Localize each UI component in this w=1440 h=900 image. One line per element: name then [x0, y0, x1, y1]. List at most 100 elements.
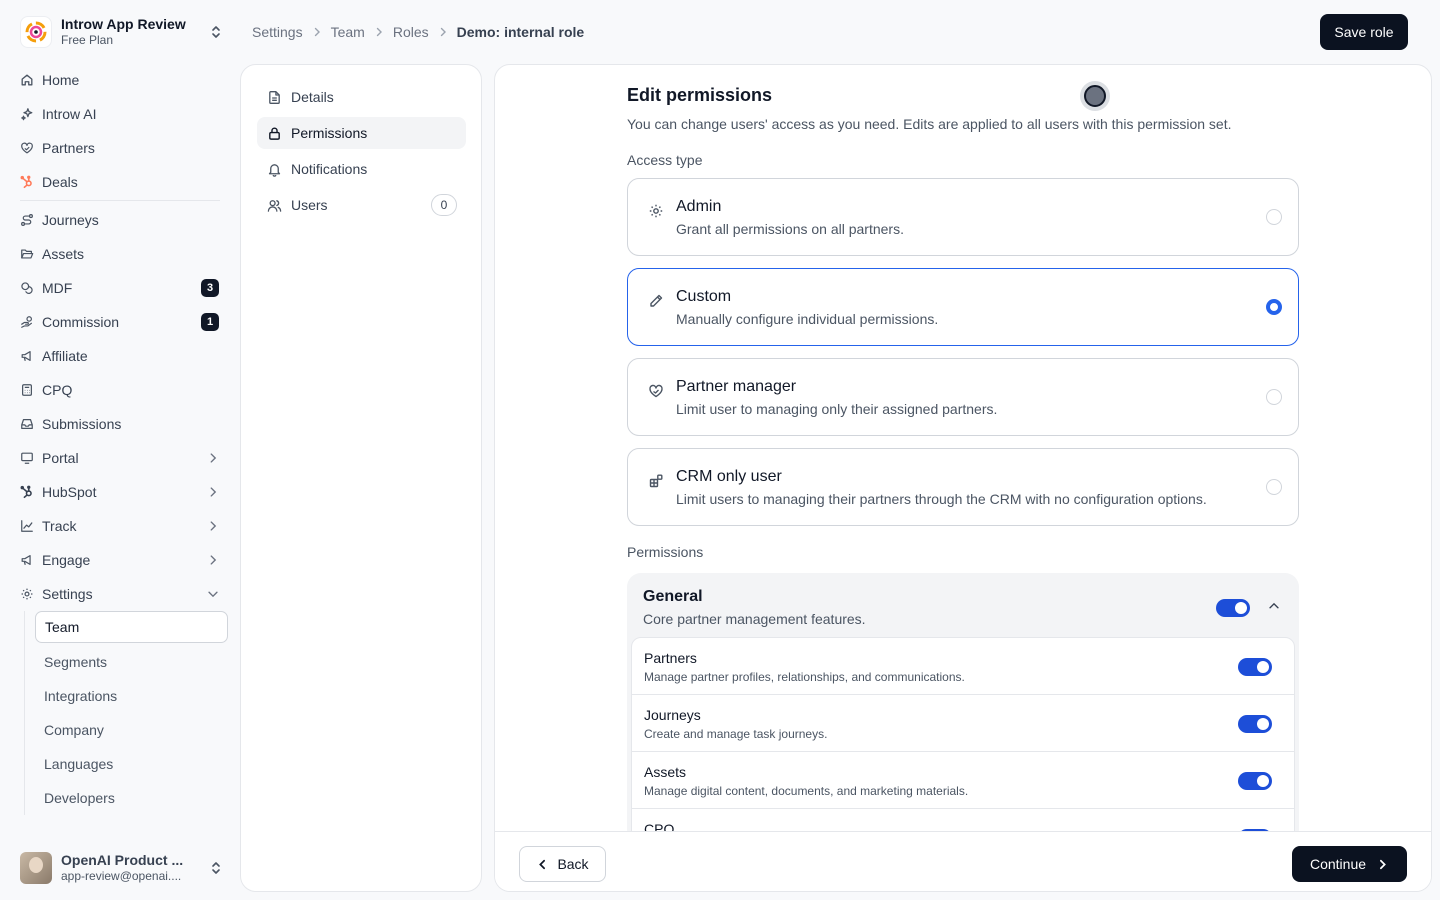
access-option-admin[interactable]: Admin Grant all permissions on all partn…: [627, 178, 1299, 256]
chevron-right-icon: [1380, 859, 1386, 869]
home-icon: [21, 74, 33, 86]
chevron-up-icon[interactable]: [1267, 599, 1281, 613]
access-option-title: Admin: [676, 198, 722, 215]
permission-desc: Manage partner profiles, relationships, …: [644, 670, 965, 684]
nav-mdf-label: MDF: [42, 280, 73, 296]
line-chart-icon: [21, 520, 33, 532]
gear-icon: [649, 204, 663, 218]
subnav-notifications[interactable]: Notifications: [257, 153, 466, 185]
permissions-content: Edit permissions You can change users' a…: [627, 65, 1299, 831]
nav-engage-label: Engage: [42, 552, 91, 568]
breadcrumb-team[interactable]: Team: [331, 24, 365, 40]
nav-commission[interactable]: Commission 1: [12, 305, 228, 339]
continue-button[interactable]: Continue: [1292, 846, 1407, 882]
chevron-right-icon: [314, 27, 320, 37]
assets-toggle[interactable]: [1238, 772, 1272, 790]
pencil-icon: [650, 294, 663, 307]
permission-desc: Create and manage task journeys.: [644, 727, 828, 741]
nav-divider: [20, 200, 220, 201]
nav-deals[interactable]: Deals: [12, 165, 228, 199]
settings-sub-integrations[interactable]: Integrations: [35, 679, 228, 713]
partner-manager-radio[interactable]: [1266, 389, 1282, 405]
permission-group-title: General: [643, 588, 703, 605]
nav-engage[interactable]: Engage: [12, 543, 228, 577]
permission-title: Journeys: [644, 707, 701, 723]
nav-home-label: Home: [42, 72, 80, 88]
subnav-permissions[interactable]: Permissions: [257, 117, 466, 149]
chevron-down-icon: [208, 591, 218, 598]
subnav-details-label: Details: [291, 89, 334, 105]
access-option-title: Partner manager: [676, 378, 797, 395]
permission-row-cpq: CPQ: [632, 809, 1294, 831]
blocks-icon: [649, 474, 663, 488]
subnav-details[interactable]: Details: [257, 81, 466, 113]
breadcrumb-roles[interactable]: Roles: [393, 24, 429, 40]
nav-affiliate[interactable]: Affiliate: [12, 339, 228, 373]
chevron-left-icon: [539, 859, 546, 869]
general-toggle[interactable]: [1216, 599, 1250, 617]
access-option-crm-only[interactable]: CRM only user Limit users to managing th…: [627, 448, 1299, 526]
calculator-icon: [22, 384, 32, 396]
nav-portal[interactable]: Portal: [12, 441, 228, 475]
sidebar: Introw App Review Free Plan Home Introw …: [0, 0, 240, 900]
page-title: Edit permissions: [627, 85, 773, 105]
nav-deals-label: Deals: [42, 174, 78, 190]
nav-partners[interactable]: Partners: [12, 131, 228, 165]
chevron-right-icon: [376, 27, 382, 37]
chevron-right-icon: [210, 487, 217, 497]
save-role-button[interactable]: Save role: [1320, 14, 1408, 50]
settings-subnav: Team Segments Integrations Company Langu…: [24, 611, 228, 815]
nav-home[interactable]: Home: [12, 63, 228, 97]
permission-row-assets: Assets Manage digital content, documents…: [632, 752, 1294, 809]
nav-submissions[interactable]: Submissions: [12, 407, 228, 441]
nav-hubspot[interactable]: HubSpot: [12, 475, 228, 509]
back-button[interactable]: Back: [519, 846, 606, 882]
breadcrumb-settings[interactable]: Settings: [252, 24, 303, 40]
folder-open-icon: [21, 249, 34, 259]
users-count-badge: 0: [431, 194, 457, 216]
nav-settings[interactable]: Settings: [12, 577, 228, 611]
users-icon: [267, 199, 282, 212]
wizard-footer: Back Continue: [495, 831, 1431, 891]
bell-icon: [268, 163, 281, 177]
org-plan: Free Plan: [61, 33, 114, 48]
admin-radio[interactable]: [1266, 209, 1282, 225]
nav-mdf[interactable]: MDF 3: [12, 271, 228, 305]
megaphone-icon: [21, 351, 31, 361]
settings-sub-team[interactable]: Team: [35, 611, 228, 643]
role-subnav: Details Permissions Notifications Users …: [240, 64, 482, 892]
permission-row-journeys: Journeys Create and manage task journeys…: [632, 695, 1294, 752]
nav-hubspot-label: HubSpot: [42, 484, 97, 500]
nav-commission-label: Commission: [42, 314, 120, 330]
settings-sub-company[interactable]: Company: [35, 713, 228, 747]
handshake-heart-icon: [21, 142, 33, 154]
nav-settings-label: Settings: [42, 586, 93, 602]
settings-sub-segments[interactable]: Segments: [35, 645, 228, 679]
subnav-users[interactable]: Users 0: [257, 189, 466, 221]
crm-only-radio[interactable]: [1266, 479, 1282, 495]
nav-cpq[interactable]: CPQ: [12, 373, 228, 407]
custom-radio[interactable]: [1266, 299, 1282, 315]
user-menu[interactable]: OpenAI Product ... app-review@openai....: [12, 846, 230, 890]
user-email: app-review@openai....: [61, 869, 182, 884]
settings-sub-developers[interactable]: Developers: [35, 781, 228, 815]
settings-sub-languages[interactable]: Languages: [35, 747, 228, 781]
nav-journeys[interactable]: Journeys: [12, 203, 228, 237]
megaphone-icon: [21, 555, 31, 565]
journeys-toggle[interactable]: [1238, 715, 1272, 733]
lock-icon: [269, 126, 280, 140]
access-option-partner-manager[interactable]: Partner manager Limit user to managing o…: [627, 358, 1299, 436]
permission-title: Partners: [644, 650, 697, 666]
nav-track[interactable]: Track: [12, 509, 228, 543]
org-switcher[interactable]: Introw App Review Free Plan: [12, 10, 230, 54]
access-option-desc: Limit user to managing only their assign…: [676, 401, 998, 417]
nav-track-label: Track: [42, 518, 77, 534]
chevron-right-icon: [440, 27, 446, 37]
partners-toggle[interactable]: [1238, 658, 1272, 676]
nav-partners-label: Partners: [42, 140, 95, 156]
user-name: OpenAI Product ...: [61, 851, 184, 868]
nav-assets[interactable]: Assets: [12, 237, 228, 271]
continue-label: Continue: [1309, 856, 1367, 872]
access-option-custom[interactable]: Custom Manually configure individual per…: [627, 268, 1299, 346]
nav-introw-ai[interactable]: Introw AI: [12, 97, 228, 131]
